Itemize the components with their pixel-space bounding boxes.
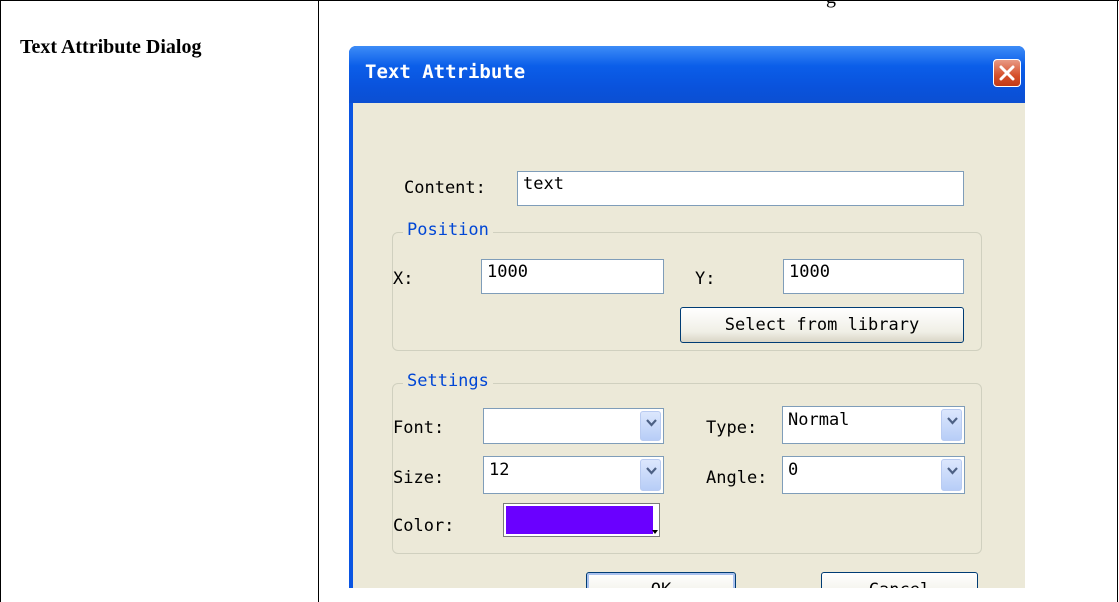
y-label: Y: — [695, 269, 716, 289]
type-select-value: Normal — [788, 410, 850, 430]
font-select[interactable] — [483, 408, 664, 444]
size-label: Size: — [393, 468, 445, 488]
select-from-library-button[interactable]: Select from library — [680, 307, 964, 343]
font-dropdown-button[interactable] — [640, 411, 661, 441]
table-left-border — [0, 0, 1, 602]
cancel-button[interactable]: Cancel — [821, 572, 978, 588]
chevron-down-icon — [646, 419, 657, 427]
table-right-border — [1117, 0, 1118, 602]
close-button[interactable] — [993, 59, 1021, 87]
dropdown-caret-icon — [652, 530, 658, 534]
chevron-down-icon — [947, 467, 958, 475]
settings-legend: Settings — [403, 371, 493, 391]
x-label: X: — [393, 269, 414, 289]
content-input[interactable]: text — [517, 171, 964, 206]
table-top-border — [0, 0, 1119, 1]
angle-select[interactable]: 0 — [782, 456, 965, 494]
x-input[interactable]: 1000 — [481, 259, 664, 294]
angle-select-value: 0 — [788, 460, 799, 480]
size-select-value: 12 — [489, 460, 510, 480]
table-column-divider — [318, 0, 319, 602]
document-page: g Text Attribute Dialog Text Attribute C… — [0, 0, 1119, 602]
font-label: Font: — [393, 418, 445, 438]
content-label: Content: — [404, 178, 486, 198]
color-label: Color: — [393, 516, 455, 536]
color-swatch — [506, 506, 653, 534]
position-group: Position X: 1000 Y: 1000 Select from lib… — [392, 220, 982, 351]
position-legend: Position — [403, 220, 493, 240]
cell-label: Text Attribute Dialog — [20, 36, 202, 58]
type-label: Type: — [706, 418, 758, 438]
type-dropdown-button[interactable] — [941, 409, 962, 441]
ok-button[interactable]: OK — [586, 572, 736, 588]
settings-group: Settings Font: Type: Normal Size: 12 Ang… — [392, 371, 982, 554]
size-select[interactable]: 12 — [483, 456, 664, 494]
dialog-title: Text Attribute — [365, 61, 526, 83]
y-input[interactable]: 1000 — [783, 259, 964, 294]
close-x-icon — [999, 65, 1015, 81]
angle-label: Angle: — [706, 468, 768, 488]
angle-dropdown-button[interactable] — [941, 459, 962, 491]
type-select[interactable]: Normal — [782, 406, 965, 444]
color-picker-button[interactable] — [503, 503, 660, 537]
dialog-client-area: Content: text Position X: 1000 Y: 1000 S… — [353, 103, 1025, 588]
chevron-down-icon — [646, 467, 657, 475]
dialog-titlebar[interactable]: Text Attribute — [349, 46, 1025, 103]
chevron-down-icon — [947, 417, 958, 425]
text-attribute-dialog: Text Attribute Content: text Position X:… — [349, 46, 1025, 588]
size-dropdown-button[interactable] — [640, 459, 661, 491]
